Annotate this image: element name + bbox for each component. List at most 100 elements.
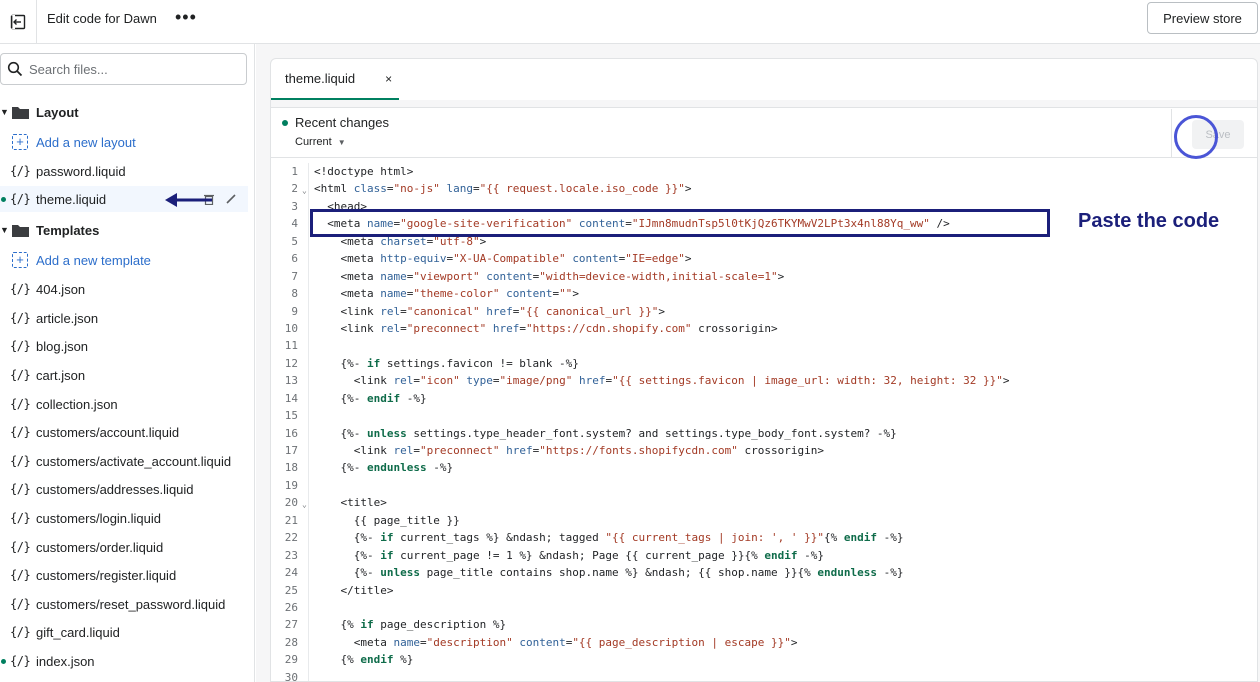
- line-number: 19: [284, 478, 298, 492]
- code-text: <link rel="icon" type="image/png" href="…: [314, 374, 1010, 388]
- file-item[interactable]: {/} gift_card.liquid: [0, 619, 248, 645]
- modified-dot: [1, 196, 6, 202]
- code-line[interactable]: 10 <link rel="preconnect" href="https://…: [271, 320, 1257, 337]
- file-label: customers/order.liquid: [36, 539, 164, 555]
- code-line[interactable]: 15: [271, 407, 1257, 424]
- code-text: <link rel="preconnect" href="https://cdn…: [314, 321, 778, 335]
- code-line[interactable]: 1 <!doctype html>: [271, 163, 1257, 180]
- code-text: <!doctype html>: [314, 165, 414, 178]
- file-item[interactable]: {/} customers/reset_password.liquid: [0, 591, 248, 617]
- code-text: {%- if current_tags %} &ndash; tagged "{…: [314, 531, 904, 545]
- code-area[interactable]: 1 <!doctype html> 2 ⌄ <html class="no-js" la…: [271, 163, 1257, 682]
- more-actions-button[interactable]: •••: [175, 8, 197, 26]
- exit-icon: [10, 14, 26, 29]
- line-number: 27: [284, 618, 298, 632]
- file-item[interactable]: {/} customers/login.liquid: [0, 505, 248, 531]
- code-line[interactable]: 27 {% if page_description %}: [271, 616, 1257, 633]
- code-line[interactable]: 29 {% endif %}: [271, 651, 1257, 668]
- code-line[interactable]: 30: [271, 669, 1257, 682]
- code-line[interactable]: 8 <meta name="theme-color" content="">: [271, 285, 1257, 302]
- code-line[interactable]: 16 {%- unless settings.type_header_font.…: [271, 425, 1257, 442]
- file-label: gift_card.liquid: [36, 624, 120, 640]
- close-icon[interactable]: ×: [385, 72, 392, 86]
- line-number: 28: [284, 635, 298, 649]
- code-line[interactable]: 22 {%- if current_tags %} &ndash; tagged…: [271, 529, 1257, 546]
- file-label: customers/account.liquid: [36, 424, 180, 440]
- code-file-icon: {/}: [10, 540, 31, 554]
- code-line[interactable]: 14 {%- endif -%}: [271, 390, 1257, 407]
- folder-templates[interactable]: ▼ Templates: [0, 217, 248, 243]
- code-text: <title>: [314, 496, 387, 510]
- line-number: 5: [291, 234, 298, 248]
- file-item[interactable]: {/} customers/activate_account.liquid: [0, 448, 248, 474]
- caret-down-icon: ▼: [0, 107, 9, 117]
- code-text: </title>: [314, 583, 394, 597]
- code-file-icon: {/}: [10, 568, 31, 582]
- code-file-icon: {/}: [10, 654, 31, 668]
- code-file-icon: {/}: [10, 511, 31, 525]
- code-file-icon: {/}: [10, 425, 31, 439]
- code-line[interactable]: 6 <meta http-equiv="X-UA-Compatible" con…: [271, 250, 1257, 267]
- annotation-arrow-icon: [165, 193, 212, 207]
- line-number: 23: [284, 548, 298, 562]
- folder-layout[interactable]: ▼ Layout: [0, 99, 248, 125]
- preview-store-button[interactable]: Preview store: [1147, 2, 1258, 34]
- code-text: <link rel="preconnect" href="https://fon…: [314, 444, 824, 457]
- line-number: 8: [291, 287, 298, 301]
- code-line[interactable]: 24 {%- unless page_title contains shop.n…: [271, 564, 1257, 581]
- file-item[interactable]: {/} index.json: [0, 648, 248, 674]
- code-line[interactable]: 13 <link rel="icon" type="image/png" hre…: [271, 372, 1257, 389]
- exit-button[interactable]: [0, 0, 37, 43]
- tab-separator: [271, 100, 1257, 108]
- code-line[interactable]: 19: [271, 477, 1257, 494]
- code-line[interactable]: 28 <meta name="description" content="{{ …: [271, 634, 1257, 651]
- file-label: cart.json: [36, 367, 86, 383]
- file-item[interactable]: {/} blog.json: [0, 333, 248, 359]
- file-item[interactable]: {/} collection.json: [0, 391, 248, 417]
- add-template-link[interactable]: + Add a new template: [0, 247, 248, 273]
- code-text: {%- unless page_title contains shop.name…: [314, 566, 904, 580]
- line-number: 29: [284, 653, 298, 667]
- file-item[interactable]: {/} password.liquid: [0, 158, 248, 184]
- line-number: 11: [284, 339, 298, 353]
- file-item[interactable]: {/} article.json: [0, 305, 248, 331]
- code-line[interactable]: 11: [271, 337, 1257, 354]
- code-file-icon: {/}: [10, 164, 31, 178]
- search-input[interactable]: [29, 61, 229, 77]
- file-item[interactable]: {/} customers/account.liquid: [0, 419, 248, 445]
- code-text: {% if page_description %}: [314, 618, 507, 632]
- code-text: <meta name="description" content="{{ pag…: [314, 635, 798, 649]
- file-item[interactable]: {/} customers/order.liquid: [0, 534, 248, 560]
- tab-theme-liquid[interactable]: theme.liquid ×: [271, 59, 399, 100]
- line-number: 16: [284, 426, 298, 440]
- line-number: 30: [284, 670, 298, 682]
- add-template-label: Add a new template: [36, 252, 151, 268]
- code-line[interactable]: 2 ⌄ <html class="no-js" lang="{{ request.l…: [271, 180, 1257, 197]
- code-text: <meta name="theme-color" content="">: [314, 287, 579, 301]
- add-layout-link[interactable]: + Add a new layout: [0, 129, 248, 155]
- code-line[interactable]: 17 <link rel="preconnect" href="https://…: [271, 442, 1257, 459]
- code-line[interactable]: 9 <link rel="canonical" href="{{ canonic…: [271, 303, 1257, 320]
- line-number: 6: [291, 252, 298, 266]
- code-line[interactable]: 26: [271, 599, 1257, 616]
- line-number: 14: [284, 391, 298, 405]
- code-file-icon: {/}: [10, 192, 31, 206]
- code-text: {%- unless settings.type_header_font.sys…: [314, 426, 897, 440]
- line-number: 17: [284, 444, 298, 457]
- file-label: customers/activate_account.liquid: [36, 453, 232, 469]
- code-line[interactable]: 21 {{ page_title }}: [271, 512, 1257, 529]
- code-line[interactable]: 18 {%- endunless -%}: [271, 459, 1257, 476]
- file-label: customers/login.liquid: [36, 510, 162, 526]
- file-label: customers/register.liquid: [36, 567, 177, 583]
- code-line[interactable]: 25 </title>: [271, 582, 1257, 599]
- code-line[interactable]: 23 {%- if current_page != 1 %} &ndash; P…: [271, 547, 1257, 564]
- file-item[interactable]: {/} cart.json: [0, 362, 248, 388]
- file-item[interactable]: {/} 404.json: [0, 276, 248, 302]
- version-select[interactable]: Current ▼: [295, 136, 346, 148]
- code-line[interactable]: 7 <meta name="viewport" content="width=d…: [271, 268, 1257, 285]
- line-number: 13: [284, 374, 298, 388]
- code-line[interactable]: 12 {%- if settings.favicon != blank -%}: [271, 355, 1257, 372]
- file-item[interactable]: {/} customers/register.liquid: [0, 562, 248, 588]
- code-line[interactable]: 20 ⌄ <title>: [271, 494, 1257, 511]
- file-item[interactable]: {/} customers/addresses.liquid: [0, 476, 248, 502]
